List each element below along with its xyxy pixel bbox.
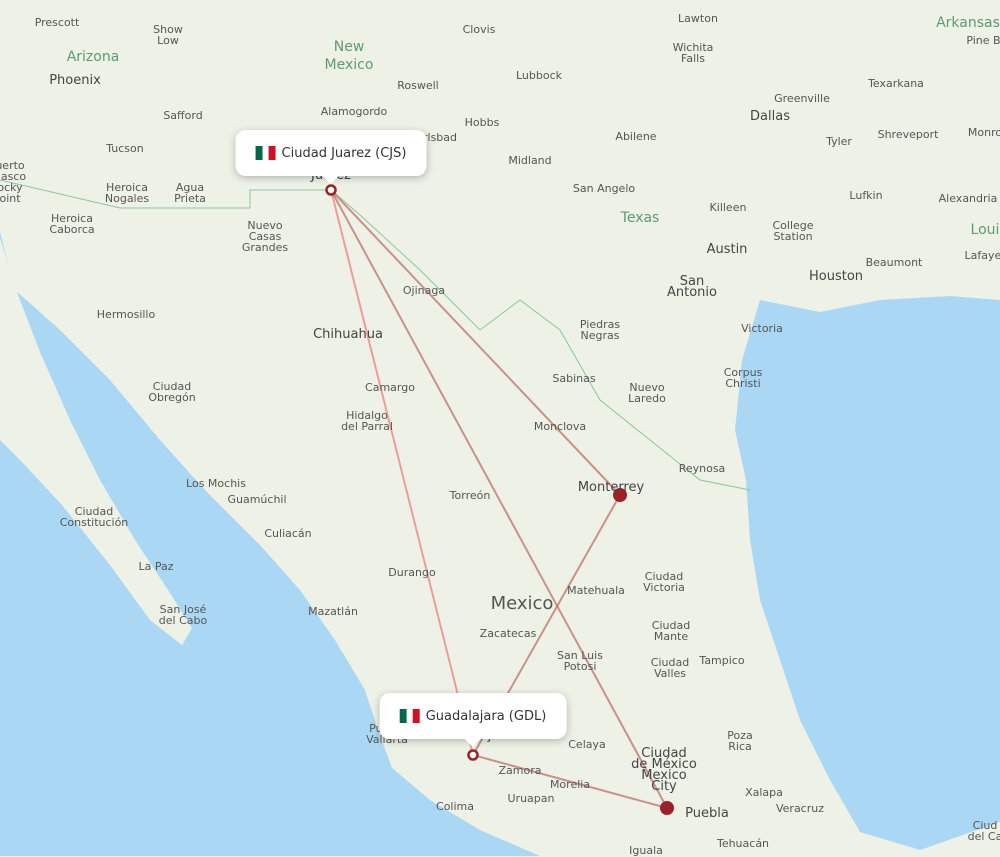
place-label: Ciudad Obregón xyxy=(148,380,196,404)
place-label: Show Low xyxy=(153,23,183,47)
place-label: Shreveport xyxy=(877,128,939,141)
place-label: Agua Prieta xyxy=(174,181,206,205)
place-label: Hidalgo del Parral xyxy=(341,409,393,433)
place-label: Prescott xyxy=(34,16,80,29)
place-label: Monro xyxy=(967,126,1000,139)
place-label: College Station xyxy=(772,219,814,243)
place-label: Tehuacán xyxy=(716,837,770,850)
place-label: Clovis xyxy=(462,23,496,36)
place-label: La Paz xyxy=(138,560,174,573)
place-label: Nuevo Casas Grandes xyxy=(241,219,289,254)
place-label: Tampico xyxy=(699,654,745,667)
place-label: Texas xyxy=(620,210,660,226)
place-label: Midland xyxy=(508,154,552,167)
place-label: Durango xyxy=(388,566,436,579)
place-label: Los Mochis xyxy=(186,477,246,490)
place-label: Veracruz xyxy=(775,802,825,815)
place-label: San Luis Potosi xyxy=(557,649,603,673)
place-label: Celaya xyxy=(568,738,606,751)
place-label: Ciudad Valles xyxy=(650,656,690,680)
place-label: Guamúchil xyxy=(227,493,287,506)
place-label: Matehuala xyxy=(567,584,625,597)
place-label: Corpus Christi xyxy=(723,366,763,390)
place-label: Austin xyxy=(706,242,748,257)
place-label: Arizona xyxy=(66,49,120,65)
place-label: Wichita Falls xyxy=(672,41,714,65)
place-label: Camargo xyxy=(365,381,415,394)
place-label: New Mexico xyxy=(324,39,374,73)
place-label: Zamora xyxy=(498,764,542,777)
place-label: Ciudad Victoria xyxy=(643,570,685,594)
place-label: Lubbock xyxy=(515,69,563,82)
place-label: Loui xyxy=(970,222,1000,238)
place-label: Ciud del Ca xyxy=(967,819,1000,843)
place-label: Lawton xyxy=(678,12,718,25)
airport-marker-cjs[interactable] xyxy=(325,184,337,196)
place-label: Xalapa xyxy=(745,786,783,799)
place-label: Texarkana xyxy=(868,77,924,90)
place-label: Tucson xyxy=(106,142,144,155)
place-label: Heroica Nogales xyxy=(104,181,150,205)
origin-callout[interactable]: Ciudad Juarez (CJS) xyxy=(235,130,427,184)
place-label: San Angelo xyxy=(572,182,636,195)
airport-marker-gdl[interactable] xyxy=(467,749,479,761)
mexico-flag-icon xyxy=(255,146,276,160)
place-label: Houston xyxy=(808,269,864,284)
place-label: Mazatlán xyxy=(308,605,358,618)
place-label: Killeen xyxy=(709,201,747,214)
place-label: Mexico xyxy=(490,593,554,614)
place-label: Culiacán xyxy=(264,527,312,540)
destination-label: Guadalajara (GDL) xyxy=(425,708,547,724)
place-label: Roswell xyxy=(397,79,439,92)
place-label: Iguala xyxy=(629,844,663,857)
place-label: San Antonio xyxy=(667,274,717,300)
place-label: Abilene xyxy=(615,130,657,143)
place-label: Ciudad Mante xyxy=(651,619,691,643)
place-label: Nuevo Laredo xyxy=(628,381,666,405)
place-label: Colima xyxy=(436,800,474,813)
place-label: rlsbad xyxy=(422,131,458,144)
place-label: Chihuahua xyxy=(313,327,383,342)
place-label: Phoenix xyxy=(49,73,101,88)
destination-callout[interactable]: Guadalajara (GDL) xyxy=(379,693,567,747)
place-label: Zacatecas xyxy=(479,627,537,640)
place-label: Sabinas xyxy=(552,372,596,385)
place-label: Puebla xyxy=(685,806,729,821)
mexico-flag-icon xyxy=(399,709,420,723)
place-label: Ojinaga xyxy=(402,284,446,297)
place-label: Piedras Negras xyxy=(579,318,621,342)
place-label: Beaumont xyxy=(865,256,923,269)
place-label: Ciudad Constitución xyxy=(59,505,129,529)
place-label: San José del Cabo xyxy=(158,603,208,627)
place-label: Morelia xyxy=(549,778,591,791)
place-label: Dallas xyxy=(750,109,790,124)
place-label: Monterrey xyxy=(577,480,645,495)
place-label: Lufkin xyxy=(849,189,883,202)
place-label: Victoria xyxy=(741,322,783,335)
place-label: Torreón xyxy=(449,489,491,502)
place-label: Alexandria xyxy=(938,192,998,205)
place-label: Tyler xyxy=(826,135,852,148)
place-label: Poza Rica xyxy=(727,729,753,753)
place-label: Greenville xyxy=(774,92,830,105)
origin-label: Ciudad Juarez (CJS) xyxy=(281,145,407,161)
place-label: Heroica Caborca xyxy=(49,212,95,236)
place-label: Hermosillo xyxy=(96,308,156,321)
place-label: Reynosa xyxy=(678,462,726,475)
place-label: Alamogordo xyxy=(320,105,388,118)
place-label: Lafayet xyxy=(964,249,1000,262)
place-label: Safford xyxy=(163,109,203,122)
place-label: Ciudad de México Mexico City xyxy=(631,746,697,794)
stopover-marker-mex[interactable] xyxy=(660,801,674,815)
place-label: Pine Bl xyxy=(966,34,1000,47)
place-label: Uruapan xyxy=(507,792,555,805)
place-label: uerto ñasco ocky oint xyxy=(0,159,27,205)
place-label: Arkansas xyxy=(936,15,1000,31)
place-label: Monclova xyxy=(533,420,587,433)
place-label: Hobbs xyxy=(464,116,500,129)
